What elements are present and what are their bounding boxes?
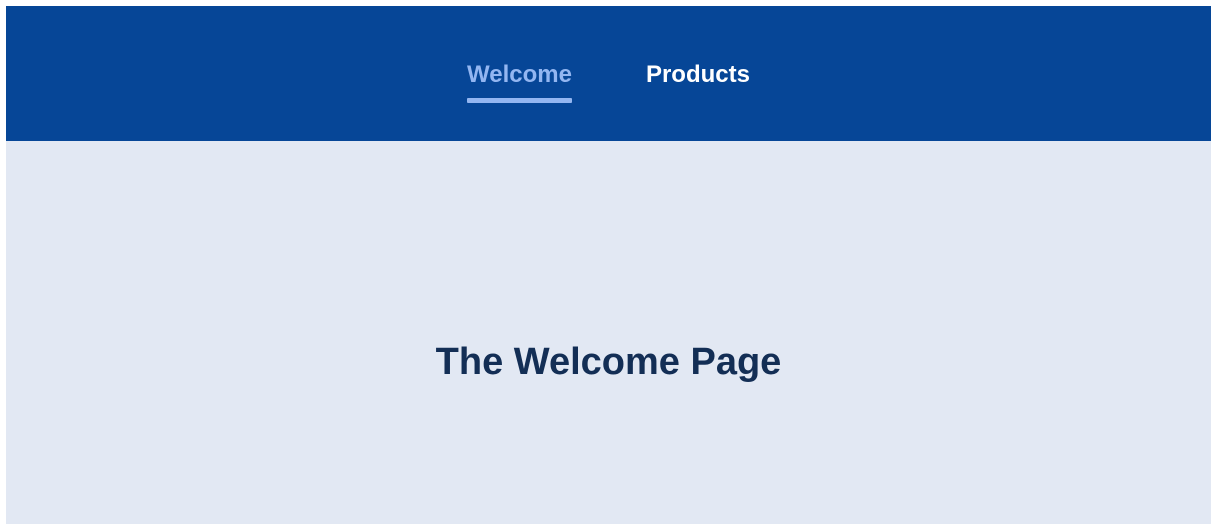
nav-tab-products[interactable]: Products [646,61,750,103]
app-frame: Welcome Products The Welcome Page [6,6,1211,524]
page-title: The Welcome Page [435,341,782,383]
nav-tab-welcome[interactable]: Welcome [467,61,572,103]
top-navigation: Welcome Products [6,6,1211,141]
main-content: The Welcome Page [6,141,1211,524]
